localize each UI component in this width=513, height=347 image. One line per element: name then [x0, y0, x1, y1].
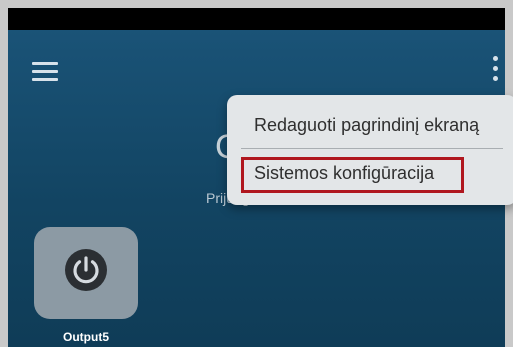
tile-output5[interactable]: [34, 227, 138, 319]
hamburger-menu-icon[interactable]: [32, 62, 58, 82]
power-icon: [65, 249, 107, 291]
tile-label: Output5: [63, 330, 109, 344]
highlight-box: [241, 157, 464, 193]
menu-divider: [241, 148, 503, 149]
status-bar: [8, 8, 505, 30]
kebab-menu-icon[interactable]: [490, 56, 500, 86]
window-frame: [0, 0, 513, 8]
menu-item-edit-home[interactable]: Redaguoti pagrindinį ekraną: [227, 115, 513, 136]
